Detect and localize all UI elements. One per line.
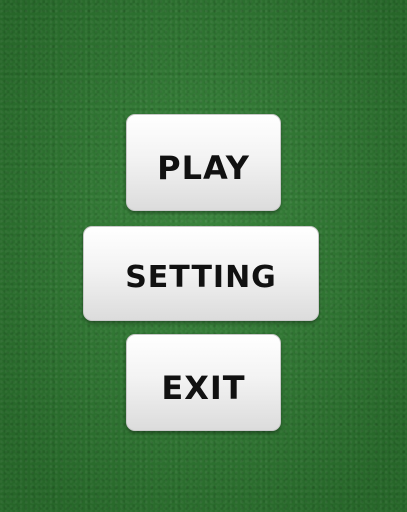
play-button-label: Play	[157, 135, 250, 190]
exit-button[interactable]: Exit	[126, 334, 281, 431]
exit-button-label: Exit	[161, 355, 246, 410]
setting-button[interactable]: Setting	[83, 226, 319, 321]
play-button[interactable]: Play	[126, 114, 281, 211]
setting-button-label: Setting	[125, 248, 277, 298]
